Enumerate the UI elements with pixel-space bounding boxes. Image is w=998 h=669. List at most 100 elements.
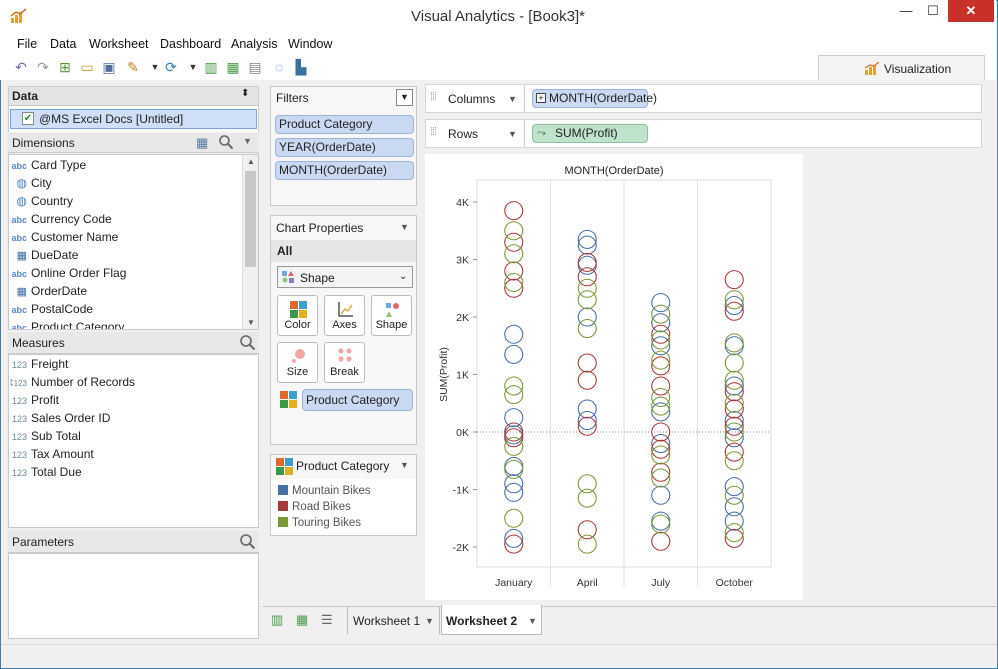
filters-menu-button[interactable]: ▼	[396, 89, 413, 106]
menu-file[interactable]: File	[17, 37, 37, 51]
dimension-item[interactable]: abc PostalCode	[9, 300, 241, 318]
menu-analysis[interactable]: Analysis	[231, 37, 278, 51]
refresh-icon[interactable]: ⟳	[162, 58, 180, 76]
break-button[interactable]: Break	[324, 342, 365, 383]
bar-chart-icon[interactable]: ▤	[246, 58, 264, 76]
add-chart-icon[interactable]: ▥	[202, 58, 220, 76]
save-icon[interactable]: ▣	[100, 58, 118, 76]
data-point	[504, 508, 524, 528]
dimension-item[interactable]: ◍ City	[9, 174, 241, 192]
measures-search-icon[interactable]	[239, 334, 256, 351]
measure-item[interactable]: 123 Freight	[9, 355, 249, 373]
dimension-item[interactable]: abc Currency Code	[9, 210, 241, 228]
search-icon[interactable]	[218, 134, 234, 150]
menu-dashboard[interactable]: Dashboard	[160, 37, 221, 51]
dimension-item-label: OrderDate	[31, 284, 88, 298]
table-view-icon[interactable]: ▦	[196, 135, 208, 151]
shape-mark-icon	[281, 270, 295, 284]
open-folder-icon[interactable]: ▭	[78, 58, 96, 76]
rows-menu-icon[interactable]: ▼	[508, 129, 517, 139]
add-dashboard-icon[interactable]: ▦	[224, 58, 242, 76]
filter-pill-product-category[interactable]: Product Category	[275, 115, 414, 134]
data-point	[577, 534, 597, 554]
text-type-icon: abc	[11, 215, 27, 225]
minimize-button[interactable]: —	[893, 0, 919, 22]
color-field-pill[interactable]: Product Category	[302, 389, 413, 411]
present-icon[interactable]: ▙	[292, 58, 310, 76]
size-button-label: Size	[286, 366, 309, 378]
y-axis-label: SUM(Profit)	[438, 347, 450, 402]
menu-bar	[0, 34, 996, 56]
dimension-item[interactable]: abc Online Order Flag	[9, 264, 241, 282]
filter-pill-year-orderdate[interactable]: YEAR(OrderDate)	[275, 138, 414, 157]
rows-divider	[524, 120, 525, 147]
legend-item[interactable]: Touring Bikes	[278, 515, 414, 531]
data-point	[651, 531, 671, 551]
columns-menu-icon[interactable]: ▼	[508, 94, 517, 104]
color-button[interactable]: Color	[277, 295, 318, 336]
measure-item[interactable]: 123 Sub Total	[9, 427, 249, 445]
legend-item-label: Touring Bikes	[292, 517, 362, 529]
dimension-item[interactable]: abc Customer Name	[9, 228, 241, 246]
scatter-chart: 4K 3K 2K 1K 0K -1K -2K SUM(Profit) January April J…	[438, 179, 772, 589]
menu-worksheet[interactable]: Worksheet	[89, 37, 149, 51]
menu-data[interactable]: Data	[50, 37, 76, 51]
undo-icon[interactable]: ↶	[12, 58, 30, 76]
measure-item[interactable]: 123 Sales Order ID	[9, 409, 249, 427]
paste-icon[interactable]: ✎	[124, 58, 142, 76]
dimensions-menu-arrow-icon[interactable]: ▼	[243, 136, 252, 146]
sheet-tab-2-menu-icon[interactable]: ▼	[528, 616, 537, 626]
scope-all-label[interactable]: All	[277, 244, 292, 258]
dimension-item-label: DueDate	[31, 248, 79, 262]
measure-item-label: Number of Records	[31, 375, 136, 389]
measure-item[interactable]: 123 Profit	[9, 391, 249, 409]
measure-item[interactable]: 123 Tax Amount	[9, 445, 249, 463]
shape-button[interactable]: Shape	[371, 295, 412, 336]
columns-pill[interactable]: MONTH(OrderDate)	[532, 89, 657, 108]
shape-button-label: Shape	[375, 319, 408, 331]
rows-pill[interactable]: SUM(Profit)	[532, 124, 648, 143]
y-tick-label: -2K	[453, 542, 469, 554]
legend-item-label: Road Bikes	[292, 501, 351, 513]
legend-item[interactable]: Road Bikes	[278, 499, 414, 515]
chart-properties-menu-icon[interactable]: ▼	[400, 222, 409, 232]
y-tick-label: 0K	[456, 427, 469, 439]
close-button[interactable]: ✕	[948, 0, 994, 22]
refresh-dropdown-icon[interactable]: ▼	[184, 58, 202, 76]
new-icon[interactable]: ⊞	[56, 58, 74, 76]
legend-item[interactable]: Mountain Bikes	[278, 483, 414, 499]
redo-icon[interactable]: ↷	[34, 58, 52, 76]
break-button-label: Break	[330, 366, 359, 378]
rows-label: Rows	[448, 127, 479, 141]
dimension-item[interactable]: ▦ OrderDate	[9, 282, 241, 300]
legend-menu-icon[interactable]: ▼	[400, 460, 409, 470]
cycle-icon[interactable]: ◌	[270, 58, 288, 76]
axes-button[interactable]: Axes	[324, 295, 365, 336]
measure-item[interactable]: 123 Total Due	[9, 463, 249, 481]
measure-item[interactable]: ⁑123 Number of Records	[9, 373, 249, 391]
globe-icon: ◍	[16, 176, 27, 190]
measure-item-label: Profit	[31, 393, 60, 407]
sheet-list-icon[interactable]: ☰	[321, 612, 333, 628]
new-dashboard-icon[interactable]: ▦	[296, 612, 308, 628]
break-icon	[338, 348, 352, 362]
expand-plus-icon[interactable]: +	[536, 93, 546, 103]
new-worksheet-icon[interactable]: ▥	[271, 612, 283, 628]
globe-icon: ◍	[16, 194, 27, 208]
dimension-item[interactable]: abc Product Category	[9, 318, 241, 329]
parameters-search-icon[interactable]	[239, 533, 256, 550]
dimensions-scrollbar[interactable]: ▲ ▼	[242, 155, 258, 329]
data-point	[577, 488, 597, 508]
mark-type-select[interactable]	[277, 266, 413, 288]
legend-swatch	[278, 517, 288, 527]
sheet-tab-1-menu-icon[interactable]: ▼	[425, 616, 434, 626]
data-point	[504, 201, 524, 221]
dimension-item[interactable]: abc Card Type	[9, 156, 241, 174]
filter-pill-month-orderdate[interactable]: MONTH(OrderDate)	[275, 161, 414, 180]
size-button[interactable]: Size	[277, 342, 318, 383]
dimension-item[interactable]: ▦ DueDate	[9, 246, 241, 264]
menu-window[interactable]: Window	[288, 37, 332, 51]
data-panel-sort-icon[interactable]: ⬍	[241, 88, 249, 99]
maximize-button[interactable]: ☐	[920, 0, 946, 22]
dimension-item[interactable]: ◍ Country	[9, 192, 241, 210]
